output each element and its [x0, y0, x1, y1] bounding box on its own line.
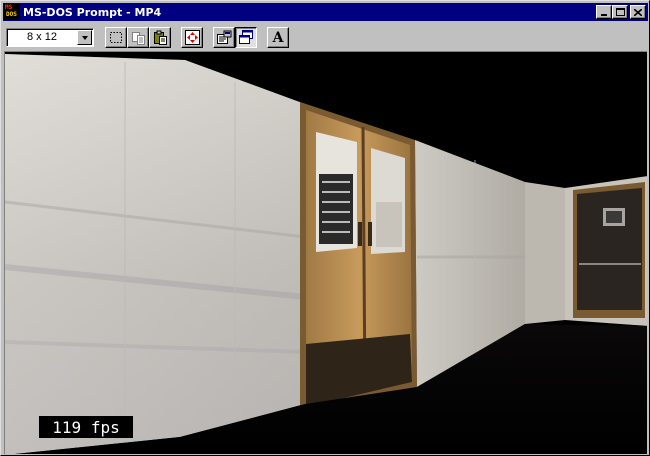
corridor-scene	[5, 52, 647, 454]
properties-icon	[217, 30, 232, 44]
paste-button[interactable]	[149, 27, 171, 48]
maximize-button[interactable]	[612, 5, 628, 19]
font-size-value: 8 x 12	[27, 31, 57, 43]
chevron-down-icon	[81, 35, 88, 40]
background-button[interactable]	[235, 27, 257, 48]
copy-icon	[131, 31, 145, 45]
toolbar: 8 x 12 A	[3, 23, 648, 51]
background-icon	[239, 30, 253, 44]
mark-button[interactable]	[105, 27, 127, 48]
minimize-icon	[601, 14, 607, 16]
mark-icon	[110, 32, 122, 43]
minimize-button[interactable]	[596, 5, 612, 19]
close-icon	[634, 8, 642, 16]
window-controls	[596, 5, 646, 19]
fullscreen-button[interactable]	[181, 27, 203, 48]
fps-counter: 119 fps	[39, 416, 133, 438]
dos-window: MS DOS MS-DOS Prompt - MP4 8 x 12 A 119 …	[0, 0, 650, 456]
title-bar[interactable]: MS DOS MS-DOS Prompt - MP4	[3, 3, 648, 21]
fullscreen-icon	[184, 30, 200, 45]
font-a-label: A	[272, 29, 284, 46]
close-button[interactable]	[630, 5, 646, 19]
paste-icon	[153, 30, 167, 45]
dropdown-button[interactable]	[77, 30, 92, 45]
font-size-select[interactable]: 8 x 12	[6, 28, 94, 47]
window-title: MS-DOS Prompt - MP4	[23, 5, 162, 19]
properties-button[interactable]	[213, 27, 235, 48]
ms-dos-icon[interactable]: MS DOS	[4, 4, 20, 20]
game-viewport[interactable]: 119 fps	[4, 51, 647, 454]
copy-button[interactable]	[127, 27, 149, 48]
maximize-icon	[615, 8, 625, 16]
font-button[interactable]: A	[267, 27, 289, 48]
